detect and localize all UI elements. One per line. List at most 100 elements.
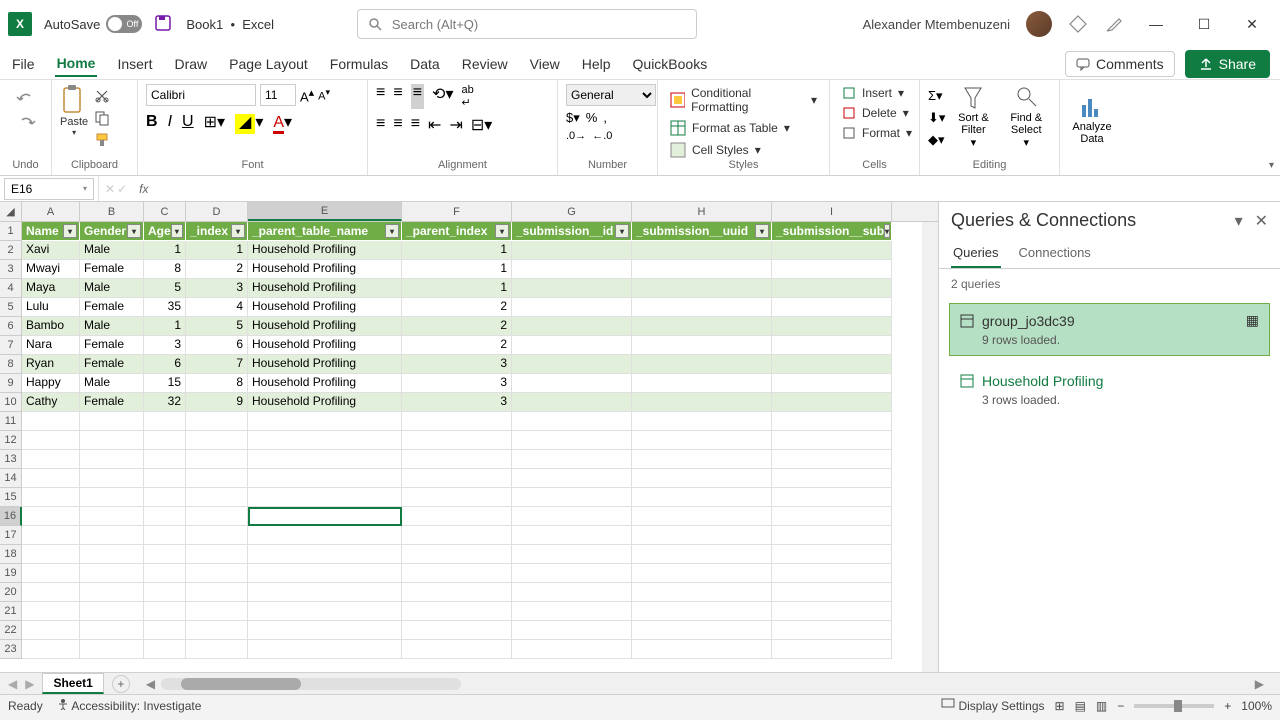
view-page-break-icon[interactable]: ▥ xyxy=(1096,699,1107,713)
cell[interactable] xyxy=(22,545,80,564)
sheet-nav-prev-icon[interactable]: ◀ xyxy=(8,677,17,691)
cell[interactable] xyxy=(402,564,512,583)
cell[interactable] xyxy=(772,260,892,279)
decrease-font-icon[interactable]: A▾ xyxy=(318,87,330,103)
cell[interactable]: 2 xyxy=(402,298,512,317)
cell[interactable] xyxy=(632,450,772,469)
cell[interactable] xyxy=(144,469,186,488)
cell[interactable] xyxy=(402,545,512,564)
comma-icon[interactable]: , xyxy=(603,110,607,126)
cell[interactable]: Household Profiling xyxy=(248,317,402,336)
cell[interactable] xyxy=(402,469,512,488)
cell[interactable] xyxy=(512,279,632,298)
cell[interactable] xyxy=(22,564,80,583)
orientation-icon[interactable]: ⟲▾ xyxy=(432,84,453,109)
format-as-table-button[interactable]: Format as Table ▾ xyxy=(666,118,794,138)
minimize-button[interactable]: — xyxy=(1136,8,1176,40)
cell[interactable] xyxy=(186,450,248,469)
cell[interactable]: 1 xyxy=(402,279,512,298)
cell[interactable] xyxy=(632,431,772,450)
cell[interactable] xyxy=(402,507,512,526)
tab-home[interactable]: Home xyxy=(55,51,98,77)
redo-icon[interactable] xyxy=(16,116,36,132)
bold-button[interactable]: B xyxy=(146,113,158,131)
table-header[interactable]: Name▾ xyxy=(22,222,80,241)
tab-file[interactable]: File xyxy=(10,52,37,76)
cell[interactable]: Bambo xyxy=(22,317,80,336)
cell[interactable] xyxy=(772,279,892,298)
cell[interactable]: Female xyxy=(80,260,144,279)
cell[interactable] xyxy=(144,431,186,450)
cell[interactable] xyxy=(512,355,632,374)
cell[interactable]: 7 xyxy=(186,355,248,374)
hscroll-next-icon[interactable]: ▶ xyxy=(1255,677,1264,691)
cell[interactable]: 4 xyxy=(186,298,248,317)
find-select-button[interactable]: Find & Select▾ xyxy=(1001,84,1051,149)
cell[interactable] xyxy=(80,450,144,469)
filter-dropdown-icon[interactable]: ▾ xyxy=(231,224,245,238)
pen-icon[interactable] xyxy=(1104,14,1124,34)
cell[interactable] xyxy=(144,412,186,431)
cell[interactable] xyxy=(402,602,512,621)
query-item[interactable]: Household Profiling 3 rows loaded. xyxy=(949,364,1270,416)
font-select[interactable] xyxy=(146,84,256,106)
diamond-icon[interactable] xyxy=(1068,14,1088,34)
cell[interactable]: Male xyxy=(80,374,144,393)
cell[interactable] xyxy=(772,393,892,412)
cell[interactable] xyxy=(186,469,248,488)
cell[interactable] xyxy=(80,564,144,583)
percent-icon[interactable]: % xyxy=(586,110,598,126)
cell[interactable] xyxy=(144,526,186,545)
cell[interactable] xyxy=(80,431,144,450)
tab-quickbooks[interactable]: QuickBooks xyxy=(631,52,710,76)
cell-styles-button[interactable]: Cell Styles ▾ xyxy=(666,140,765,160)
cell[interactable]: 35 xyxy=(144,298,186,317)
tab-page-layout[interactable]: Page Layout xyxy=(227,52,310,76)
cell[interactable] xyxy=(22,450,80,469)
cell[interactable] xyxy=(512,450,632,469)
save-icon[interactable] xyxy=(154,14,174,34)
panel-options-icon[interactable]: ▾ xyxy=(1235,211,1243,231)
cell[interactable] xyxy=(512,431,632,450)
cell[interactable] xyxy=(248,526,402,545)
cell[interactable] xyxy=(22,621,80,640)
insert-cells-button[interactable]: Insert ▾ xyxy=(838,84,908,102)
cell[interactable] xyxy=(772,469,892,488)
filter-dropdown-icon[interactable]: ▾ xyxy=(385,224,399,238)
cell[interactable] xyxy=(632,469,772,488)
cell[interactable] xyxy=(402,526,512,545)
cell[interactable]: Male xyxy=(80,241,144,260)
cell[interactable] xyxy=(772,450,892,469)
accessibility-status[interactable]: Accessibility: Investigate xyxy=(57,698,202,713)
cell[interactable] xyxy=(512,469,632,488)
hscroll-prev-icon[interactable]: ◀ xyxy=(146,677,155,691)
cell[interactable] xyxy=(632,621,772,640)
fill-icon[interactable]: ⬇▾ xyxy=(928,110,945,126)
filter-dropdown-icon[interactable]: ▾ xyxy=(127,224,141,238)
table-header[interactable]: _submission__sub▾ xyxy=(772,222,892,241)
cell[interactable] xyxy=(22,488,80,507)
query-preview-icon[interactable]: ▦ xyxy=(1246,312,1259,329)
add-sheet-button[interactable]: + xyxy=(112,675,130,693)
fx-icon[interactable]: fx xyxy=(133,182,154,196)
cell[interactable] xyxy=(772,507,892,526)
cell[interactable] xyxy=(22,469,80,488)
align-bottom-icon[interactable]: ≡ xyxy=(411,84,424,109)
cell[interactable] xyxy=(80,640,144,659)
cell[interactable] xyxy=(772,241,892,260)
cut-icon[interactable] xyxy=(94,88,110,104)
cell[interactable] xyxy=(632,393,772,412)
cell[interactable] xyxy=(632,507,772,526)
cell[interactable] xyxy=(186,564,248,583)
cell[interactable] xyxy=(80,507,144,526)
cell[interactable] xyxy=(186,583,248,602)
cell[interactable] xyxy=(632,317,772,336)
cell[interactable]: Maya xyxy=(22,279,80,298)
cell[interactable]: Female xyxy=(80,336,144,355)
cell[interactable]: 3 xyxy=(144,336,186,355)
cell[interactable] xyxy=(512,260,632,279)
cell[interactable] xyxy=(772,431,892,450)
cell[interactable] xyxy=(186,526,248,545)
cell[interactable] xyxy=(248,564,402,583)
cell[interactable] xyxy=(22,640,80,659)
